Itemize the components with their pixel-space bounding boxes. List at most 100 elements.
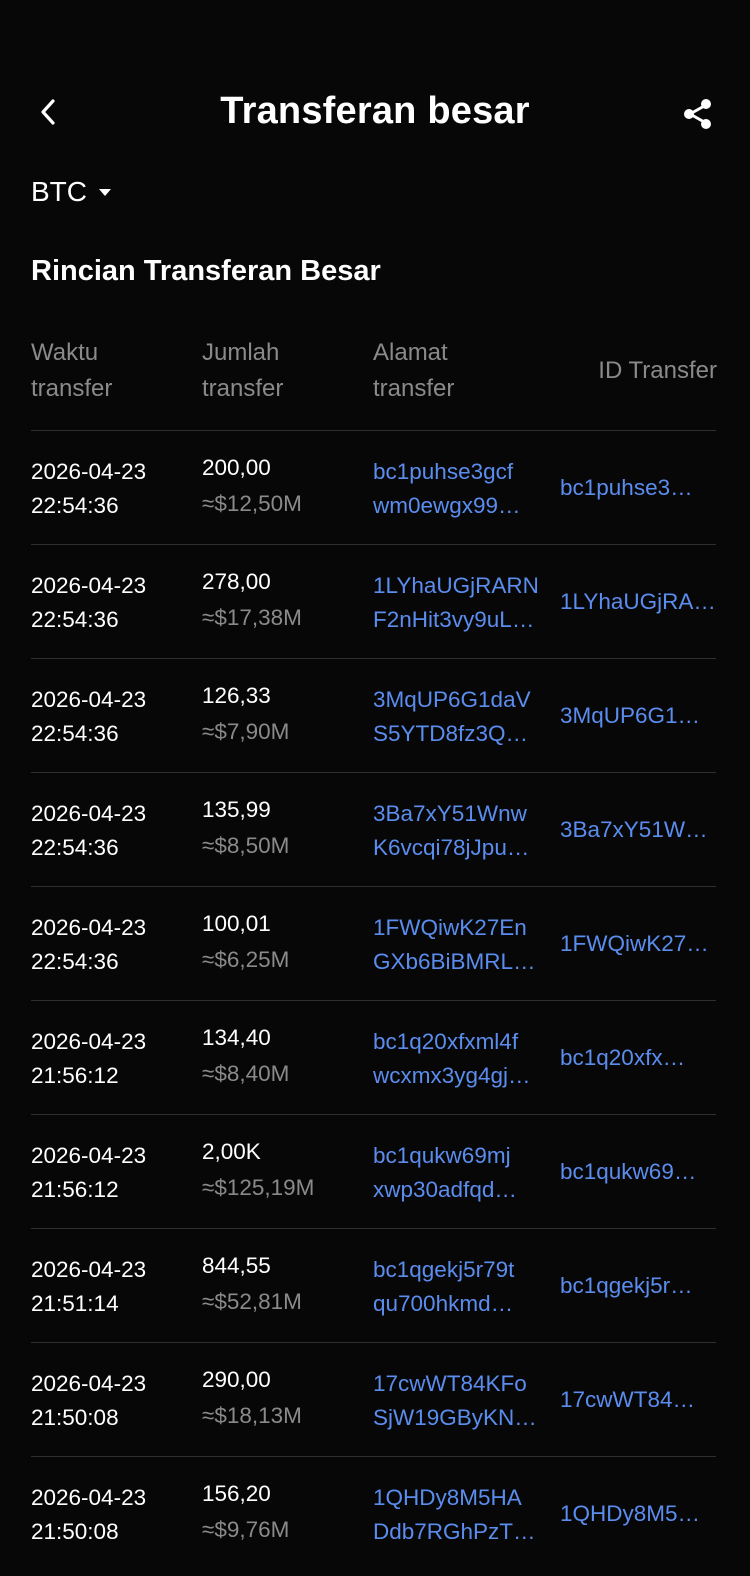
transfer-amount: 290,00 ≈$18,13M bbox=[202, 1363, 367, 1435]
transfer-clock: 22:54:36 bbox=[31, 721, 119, 746]
address-line-1: bc1qukw69mj bbox=[373, 1143, 511, 1168]
transfer-time: 2026-04-23 21:50:08 bbox=[31, 1481, 196, 1549]
transfer-id-link[interactable]: bc1qgekj5r… bbox=[560, 1269, 716, 1303]
amount-usd: ≈$8,40M bbox=[202, 1061, 290, 1086]
transfer-id-link[interactable]: bc1q20xfx… bbox=[560, 1041, 716, 1075]
transfer-address-link[interactable]: 1FWQiwK27En GXb6BiBMRL… bbox=[373, 911, 545, 979]
address-line-2: S5YTD8fz3Q… bbox=[373, 721, 529, 746]
transfer-amount: 844,55 ≈$52,81M bbox=[202, 1249, 367, 1321]
transfer-amount: 126,33 ≈$7,90M bbox=[202, 679, 367, 751]
transfer-date: 2026-04-23 bbox=[31, 1143, 147, 1168]
transfer-address-link[interactable]: 1LYhaUGjRARN F2nHit3vy9uL… bbox=[373, 569, 545, 637]
transfer-date: 2026-04-23 bbox=[31, 687, 147, 712]
transfer-time: 2026-04-23 22:54:36 bbox=[31, 569, 196, 637]
column-header-address: Alamat transfer bbox=[373, 339, 455, 402]
transfer-address-link[interactable]: 1QHDy8M5HA Ddb7RGhPzT… bbox=[373, 1481, 545, 1549]
transfer-clock: 21:50:08 bbox=[31, 1519, 119, 1544]
address-line-2: Ddb7RGhPzT… bbox=[373, 1519, 536, 1544]
transfer-amount: 278,00 ≈$17,38M bbox=[202, 565, 367, 637]
transfer-clock: 22:54:36 bbox=[31, 493, 119, 518]
transfer-id-link[interactable]: bc1qukw69… bbox=[560, 1155, 716, 1189]
transfer-id-link[interactable]: bc1puhse3… bbox=[560, 471, 716, 505]
transfer-id-link[interactable]: 17cwWT84… bbox=[560, 1383, 716, 1417]
address-line-1: bc1q20xfxml4f bbox=[373, 1029, 519, 1054]
amount-btc: 2,00K bbox=[202, 1139, 261, 1164]
transfer-clock: 22:54:36 bbox=[31, 949, 119, 974]
address-line-2: wm0ewgx99… bbox=[373, 493, 521, 518]
transfer-date: 2026-04-23 bbox=[31, 573, 147, 598]
amount-btc: 100,01 bbox=[202, 911, 271, 936]
transfer-amount: 2,00K ≈$125,19M bbox=[202, 1135, 367, 1207]
transfer-id-link[interactable]: 1FWQiwK27… bbox=[560, 927, 716, 961]
amount-usd: ≈$52,81M bbox=[202, 1289, 302, 1314]
table-row[interactable]: 2026-04-23 21:56:12 134,40 ≈$8,40M bc1q20xfx… bbox=[31, 1000, 716, 1114]
transfer-time: 2026-04-23 21:56:12 bbox=[31, 1139, 196, 1207]
address-line-2: wcxmx3yg4gj… bbox=[373, 1063, 531, 1088]
transfer-amount: 156,20 ≈$9,76M bbox=[202, 1477, 367, 1549]
table-row[interactable]: 2026-04-23 22:54:36 126,33 ≈$7,90M 3MqUP6G1d… bbox=[31, 658, 716, 772]
table-row[interactable]: 2026-04-23 22:54:36 200,00 ≈$12,50M bc1puhse… bbox=[31, 430, 716, 544]
amount-usd: ≈$8,50M bbox=[202, 833, 290, 858]
table-row[interactable]: 2026-04-23 21:51:14 844,55 ≈$52,81M bc1qgekj… bbox=[31, 1228, 716, 1342]
transfer-id-link[interactable]: 1LYhaUGjRA… bbox=[560, 585, 716, 619]
amount-btc: 278,00 bbox=[202, 569, 271, 594]
transfer-clock: 21:50:08 bbox=[31, 1405, 119, 1430]
amount-usd: ≈$6,25M bbox=[202, 947, 290, 972]
transfer-date: 2026-04-23 bbox=[31, 915, 147, 940]
transfer-address-link[interactable]: 17cwWT84KFo SjW19GByKN… bbox=[373, 1367, 545, 1435]
amount-btc: 134,40 bbox=[202, 1025, 271, 1050]
address-line-1: 1LYhaUGjRARN bbox=[373, 573, 539, 598]
transfer-address-link[interactable]: bc1qukw69mj xwp30adfqd… bbox=[373, 1139, 545, 1207]
share-button[interactable] bbox=[678, 94, 718, 134]
transfer-date: 2026-04-23 bbox=[31, 1257, 147, 1282]
transfer-amount: 200,00 ≈$12,50M bbox=[202, 451, 367, 523]
transfer-address-link[interactable]: bc1qgekj5r79t qu700hkmd… bbox=[373, 1253, 545, 1321]
coin-dropdown[interactable]: BTC bbox=[31, 176, 111, 208]
page-title: Transferan besar bbox=[220, 90, 530, 132]
amount-btc: 844,55 bbox=[202, 1253, 271, 1278]
coin-dropdown-value: BTC bbox=[31, 176, 87, 207]
transfer-date: 2026-04-23 bbox=[31, 1029, 147, 1054]
table-row[interactable]: 2026-04-23 21:50:08 290,00 ≈$18,13M 17cwWT84… bbox=[31, 1342, 716, 1456]
table-row[interactable]: 2026-04-23 21:50:08 156,20 ≈$9,76M 1QHDy8M5H… bbox=[31, 1456, 716, 1570]
table-row[interactable]: 2026-04-23 22:54:36 100,01 ≈$6,25M 1FWQiwK27… bbox=[31, 886, 716, 1000]
address-line-1: bc1qgekj5r79t bbox=[373, 1257, 515, 1282]
amount-usd: ≈$18,13M bbox=[202, 1403, 302, 1428]
transfer-time: 2026-04-23 21:51:14 bbox=[31, 1253, 196, 1321]
amount-btc: 156,20 bbox=[202, 1481, 271, 1506]
top-app-bar: Transferan besar bbox=[0, 70, 750, 160]
amount-btc: 135,99 bbox=[202, 797, 271, 822]
transfer-amount: 135,99 ≈$8,50M bbox=[202, 793, 367, 865]
transfer-address-link[interactable]: bc1puhse3gcf wm0ewgx99… bbox=[373, 455, 545, 523]
address-line-2: K6vcqi78jJpu… bbox=[373, 835, 530, 860]
transfer-time: 2026-04-23 22:54:36 bbox=[31, 683, 196, 751]
table-row[interactable]: 2026-04-23 22:54:36 278,00 ≈$17,38M 1LYhaUGj… bbox=[31, 544, 716, 658]
column-header-transfer-id: ID Transfer bbox=[598, 357, 717, 384]
amount-usd: ≈$7,90M bbox=[202, 719, 290, 744]
transfer-date: 2026-04-23 bbox=[31, 1371, 147, 1396]
address-line-2: GXb6BiBMRL… bbox=[373, 949, 536, 974]
transfer-time: 2026-04-23 22:54:36 bbox=[31, 797, 196, 865]
amount-usd: ≈$125,19M bbox=[202, 1175, 315, 1200]
amount-usd: ≈$12,50M bbox=[202, 491, 302, 516]
transfer-address-link[interactable]: 3Ba7xY51Wnw K6vcqi78jJpu… bbox=[373, 797, 545, 865]
column-header-time: Waktu transfer bbox=[31, 339, 113, 402]
section-title: Rincian Transferan Besar bbox=[31, 255, 381, 287]
transfer-address-link[interactable]: 3MqUP6G1daV S5YTD8fz3Q… bbox=[373, 683, 545, 751]
table-row[interactable]: 2026-04-23 22:54:36 135,99 ≈$8,50M 3Ba7xY51W… bbox=[31, 772, 716, 886]
transfer-time: 2026-04-23 22:54:36 bbox=[31, 911, 196, 979]
transfer-address-link[interactable]: bc1q20xfxml4f wcxmx3yg4gj… bbox=[373, 1025, 545, 1093]
transfer-clock: 21:51:14 bbox=[31, 1291, 119, 1316]
share-icon bbox=[684, 99, 711, 129]
transfer-id-link[interactable]: 3MqUP6G1… bbox=[560, 699, 716, 733]
transfer-clock: 22:54:36 bbox=[31, 835, 119, 860]
transfer-id-link[interactable]: 3Ba7xY51W… bbox=[560, 813, 716, 847]
address-line-1: 3MqUP6G1daV bbox=[373, 687, 531, 712]
address-line-1: 1QHDy8M5HA bbox=[373, 1485, 522, 1510]
transfer-time: 2026-04-23 22:54:36 bbox=[31, 455, 196, 523]
address-line-2: F2nHit3vy9uL… bbox=[373, 607, 535, 632]
table-row[interactable]: 2026-04-23 21:56:12 2,00K ≈$125,19M bc1qukw6… bbox=[31, 1114, 716, 1228]
table-header: Waktu transfer Jumlah transfer Alamat tr… bbox=[31, 335, 719, 430]
transfer-id-link[interactable]: 1QHDy8M5… bbox=[560, 1497, 716, 1531]
address-line-2: qu700hkmd… bbox=[373, 1291, 514, 1316]
